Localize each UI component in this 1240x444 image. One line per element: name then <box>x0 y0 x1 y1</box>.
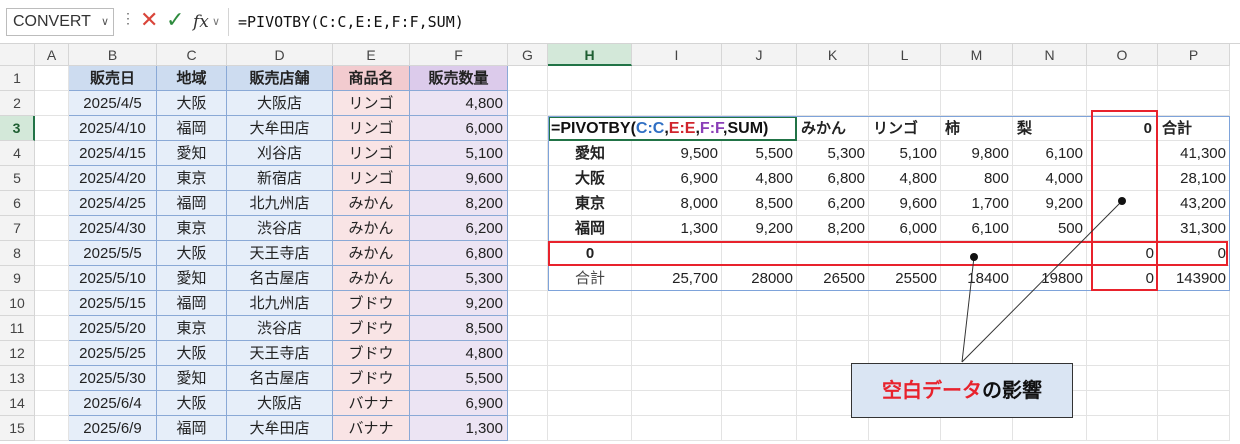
callout-pointer-line-1 <box>961 200 1123 363</box>
callout-red-text: 空白データ <box>882 378 982 402</box>
callout-dot-1 <box>1118 197 1126 205</box>
callout-dot-2 <box>970 253 978 261</box>
callout-black-text: の影響 <box>982 378 1042 402</box>
callout-box: 空白データの影響 <box>851 363 1073 418</box>
callout-pointer-line-2 <box>961 256 975 363</box>
